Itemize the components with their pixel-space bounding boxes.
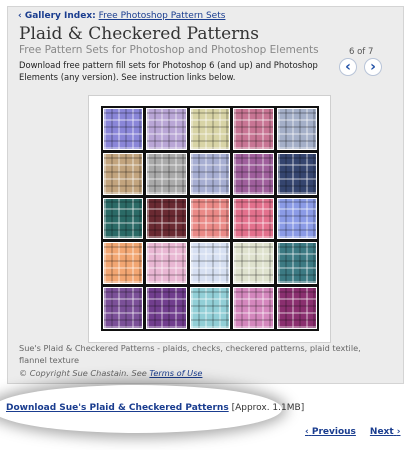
pattern-swatch xyxy=(276,242,317,285)
copyright-text: © Copyright Sue Chastain. See xyxy=(19,368,150,378)
copyright-notice: © Copyright Sue Chastain. See Terms of U… xyxy=(19,368,202,378)
pager: ‹ Previous Next › xyxy=(305,427,410,437)
pattern-swatch xyxy=(103,152,144,195)
pattern-swatch xyxy=(276,197,317,240)
breadcrumb: ‹ Gallery Index: Free Photoshop Pattern … xyxy=(18,11,225,21)
pattern-preview-image[interactable] xyxy=(101,106,319,331)
next-page-label: Next xyxy=(369,427,394,437)
previous-page-label: Previous xyxy=(311,427,356,437)
pattern-swatch xyxy=(103,197,144,240)
pattern-swatch xyxy=(233,152,274,195)
pattern-swatch xyxy=(189,108,231,150)
download-line: Download Sue's Plaid & Checkered Pattern… xyxy=(6,403,304,413)
pattern-swatch xyxy=(233,197,274,240)
gallery-index-text: Gallery Index: xyxy=(24,11,96,21)
breadcrumb-link[interactable]: Free Photoshop Pattern Sets xyxy=(99,11,226,21)
chevron-right-icon: › xyxy=(370,59,376,75)
download-size: [Approx. 1.1MB] xyxy=(231,403,305,413)
pattern-swatch xyxy=(103,242,144,285)
next-arrow-icon: › xyxy=(396,427,401,437)
terms-of-use-link[interactable]: Terms of Use xyxy=(149,368,202,378)
pattern-swatch xyxy=(103,108,144,150)
pattern-swatch xyxy=(103,287,144,329)
page-subtitle: Free Pattern Sets for Photoshop and Phot… xyxy=(19,44,319,56)
page-title: Plaid & Checkered Patterns xyxy=(19,24,259,44)
pattern-preview-frame xyxy=(88,95,331,343)
pattern-swatch xyxy=(189,197,231,240)
pattern-swatch xyxy=(146,242,187,285)
previous-image-button[interactable]: ‹ xyxy=(339,58,357,76)
next-image-button[interactable]: › xyxy=(364,58,382,76)
pattern-swatch xyxy=(276,287,317,329)
pattern-swatch xyxy=(233,287,274,329)
chevron-left-icon: ‹ xyxy=(345,59,351,75)
next-page-link[interactable]: Next › xyxy=(370,427,401,437)
previous-arrow-icon: ‹ xyxy=(305,427,309,437)
pattern-swatch xyxy=(189,242,231,285)
pattern-swatch xyxy=(146,287,187,329)
gallery-index-label: ‹ Gallery Index: xyxy=(18,11,96,21)
pattern-swatch xyxy=(276,108,317,150)
image-caption: Sue's Plaid & Checkered Patterns - plaid… xyxy=(19,343,361,365)
previous-page-link[interactable]: ‹ Previous xyxy=(305,427,356,437)
pattern-swatch xyxy=(233,242,274,285)
pattern-swatch xyxy=(146,152,187,195)
download-link[interactable]: Download Sue's Plaid & Checkered Pattern… xyxy=(6,403,229,413)
gallery-panel: ‹ Gallery Index: Free Photoshop Pattern … xyxy=(7,6,404,384)
pattern-swatch xyxy=(233,108,274,150)
image-counter: 6 of 7 xyxy=(349,47,374,57)
pattern-swatch xyxy=(189,287,231,329)
pattern-swatch xyxy=(276,152,317,195)
pattern-swatch xyxy=(146,108,187,150)
pattern-swatch xyxy=(146,197,187,240)
page-description: Download free pattern fill sets for Phot… xyxy=(19,60,318,82)
pattern-swatch xyxy=(189,152,231,195)
